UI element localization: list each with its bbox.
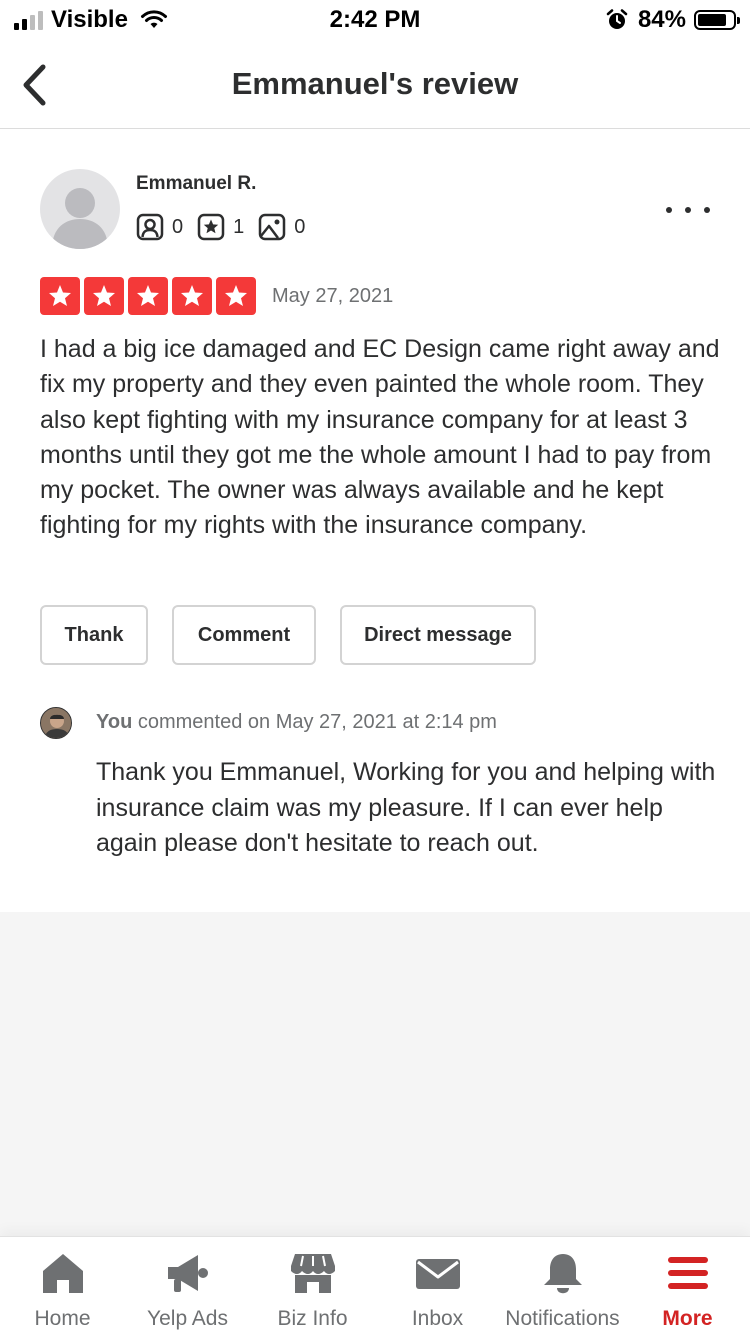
reviews-stat: 1: [197, 213, 244, 241]
photos-stat: 0: [258, 213, 305, 241]
reviewer-stats: 0 1 0: [136, 213, 319, 241]
star-icon: [128, 277, 168, 315]
default-user-icon: [52, 188, 108, 249]
menu-icon: [667, 1257, 708, 1289]
friends-icon: [136, 213, 164, 241]
home-icon: [42, 1254, 83, 1293]
reviewer-name[interactable]: Emmanuel R.: [136, 173, 256, 195]
tab-bar: Home Yelp Ads Biz Info Inbox Notificatio…: [0, 1236, 750, 1335]
review-text: I had a big ice damaged and EC Design ca…: [40, 335, 720, 540]
comment-timestamp: commented on May 27, 2021 at 2:14 pm: [137, 711, 497, 733]
review-card: Emmanuel R. 0 1 0 May 27, 2021 I had a b…: [0, 129, 750, 912]
owner-photo-icon: [41, 708, 71, 738]
direct-message-button[interactable]: Direct message: [340, 605, 536, 665]
star-icon: [172, 277, 212, 315]
review-date: May 27, 2021: [272, 285, 394, 307]
tab-label: More: [662, 1307, 713, 1330]
battery-percent: 84%: [637, 6, 686, 33]
star-rating: [40, 277, 256, 315]
dot-icon: [685, 207, 691, 213]
battery-icon: [694, 10, 740, 30]
thank-button[interactable]: Thank: [40, 605, 148, 665]
friends-count: 0: [172, 215, 184, 238]
photos-count: 0: [294, 215, 306, 238]
photo-icon: [259, 213, 286, 241]
tab-notifications[interactable]: Notifications: [500, 1237, 625, 1335]
star-icon: [84, 277, 124, 315]
tab-label: Biz Info: [277, 1307, 348, 1330]
comment-button[interactable]: Comment: [172, 605, 316, 665]
tab-home[interactable]: Home: [0, 1237, 125, 1335]
reviews-count: 1: [233, 215, 245, 238]
bell-icon: [543, 1254, 582, 1294]
nav-bar: Emmanuel's review: [0, 42, 750, 129]
status-bar: Visible 2:42 PM 84%: [0, 0, 750, 42]
tab-more[interactable]: More: [625, 1237, 750, 1335]
dot-icon: [704, 207, 710, 213]
more-options-button[interactable]: [666, 195, 710, 225]
tab-label: Home: [34, 1307, 91, 1330]
tab-inbox[interactable]: Inbox: [375, 1237, 500, 1335]
reviewer-avatar[interactable]: [40, 169, 120, 249]
comment-author: You: [96, 711, 133, 733]
storefront-icon: [290, 1254, 335, 1293]
owner-avatar: [40, 707, 72, 739]
comment-text: Thank you Emmanuel, Working for you and …: [96, 758, 716, 857]
alarm-icon: [606, 9, 628, 29]
review-star-icon: [197, 213, 225, 241]
tab-label: Yelp Ads: [147, 1307, 228, 1330]
star-icon: [216, 277, 256, 315]
comment-meta: You commented on May 27, 2021 at 2:14 pm: [96, 711, 497, 734]
megaphone-icon: [167, 1255, 208, 1292]
star-icon: [40, 277, 80, 315]
friends-stat: 0: [136, 213, 183, 241]
dot-icon: [666, 207, 672, 213]
page-title: Emmanuel's review: [231, 66, 519, 101]
tab-biz-info[interactable]: Biz Info: [250, 1237, 375, 1335]
envelope-icon: [415, 1259, 460, 1289]
tab-label: Inbox: [411, 1307, 464, 1330]
tab-label: Notifications: [505, 1307, 620, 1330]
tab-yelp-ads[interactable]: Yelp Ads: [125, 1237, 250, 1335]
